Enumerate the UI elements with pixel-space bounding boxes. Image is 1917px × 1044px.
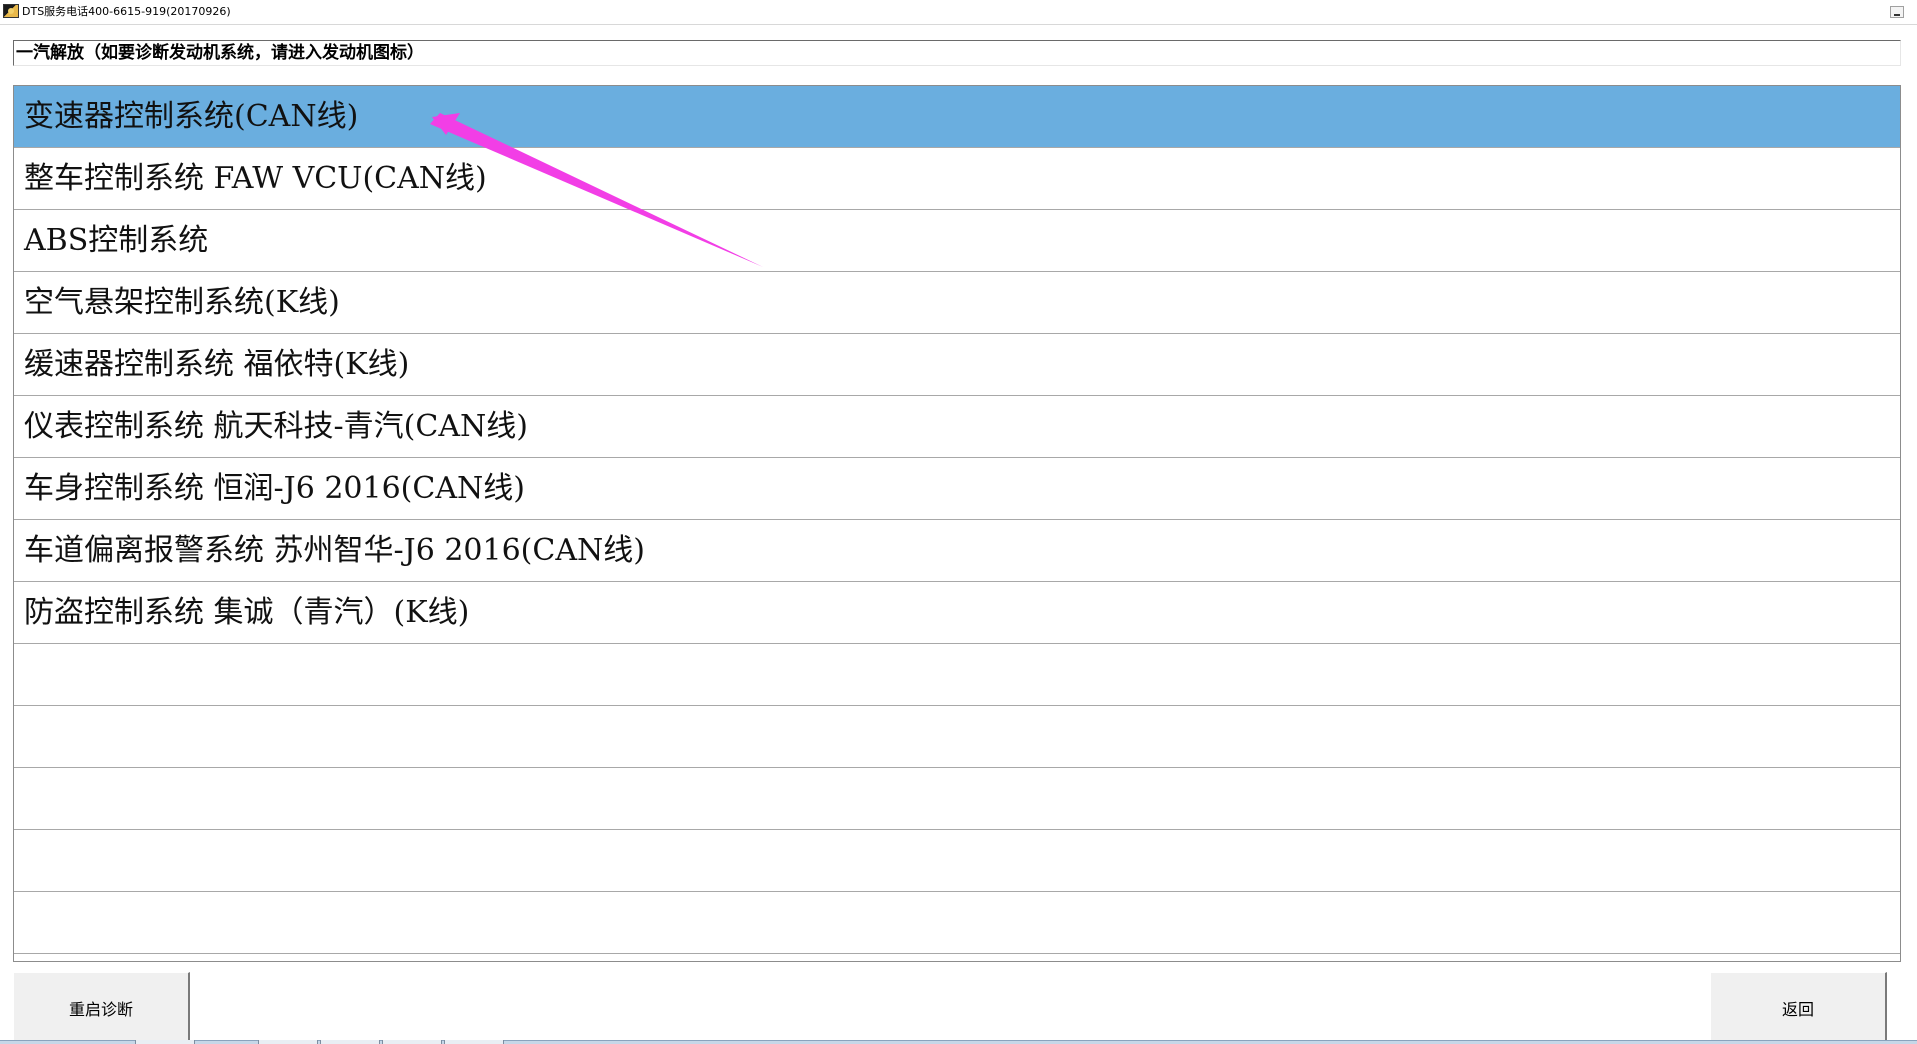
- system-list-item[interactable]: [14, 768, 1900, 830]
- system-list-item-label: ABS控制系统: [24, 223, 209, 258]
- system-list-item[interactable]: 整车控制系统 FAW VCU(CAN线): [14, 148, 1900, 210]
- taskbar-tab[interactable]: [320, 1040, 380, 1044]
- system-list-item[interactable]: [14, 830, 1900, 892]
- taskbar-tab[interactable]: [444, 1040, 504, 1044]
- taskbar-tab[interactable]: [382, 1040, 442, 1044]
- system-list-item[interactable]: [14, 644, 1900, 706]
- window-title: DTS服务电话400-6615-919(20170926): [22, 5, 231, 18]
- system-list-item[interactable]: [14, 706, 1900, 768]
- system-list-item[interactable]: 车道偏离报警系统 苏州智华-J6 2016(CAN线): [14, 520, 1900, 582]
- system-list-item-label: 车身控制系统 恒润-J6 2016(CAN线): [24, 471, 525, 506]
- system-list-item[interactable]: 车身控制系统 恒润-J6 2016(CAN线): [14, 458, 1900, 520]
- back-button[interactable]: 返回: [1710, 972, 1887, 1042]
- system-list-item-label: 防盗控制系统 集诚（青汽）(K线): [24, 595, 470, 630]
- system-list-item-label: 整车控制系统 FAW VCU(CAN线): [24, 161, 487, 196]
- back-label: 返回: [1781, 1000, 1814, 1019]
- system-list-item-label: 变速器控制系统(CAN线): [24, 99, 359, 134]
- manufacturer-header: 一汽解放（如要诊断发动机系统，请进入发动机图标）: [13, 40, 1901, 66]
- system-list-item[interactable]: 仪表控制系统 航天科技-青汽(CAN线): [14, 396, 1900, 458]
- system-list-item[interactable]: 空气悬架控制系统(K线): [14, 272, 1900, 334]
- system-list-item[interactable]: 防盗控制系统 集诚（青汽）(K线): [14, 582, 1900, 644]
- system-list-item[interactable]: [14, 892, 1900, 954]
- system-list-item[interactable]: 缓速器控制系统 福依特(K线): [14, 334, 1900, 396]
- system-list-item-label: 空气悬架控制系统(K线): [24, 285, 340, 320]
- header-text: 一汽解放（如要诊断发动机系统，请进入发动机图标）: [16, 43, 424, 63]
- minimize-button[interactable]: [1890, 6, 1904, 18]
- title-bar: DTS服务电话400-6615-919(20170926): [0, 0, 1917, 25]
- system-list[interactable]: 变速器控制系统(CAN线) 整车控制系统 FAW VCU(CAN线) ABS控制系统…: [13, 85, 1901, 962]
- system-list-item[interactable]: 变速器控制系统(CAN线): [14, 86, 1900, 148]
- system-list-item[interactable]: ABS控制系统: [14, 210, 1900, 272]
- system-list-item-label: 车道偏离报警系统 苏州智华-J6 2016(CAN线): [24, 533, 645, 568]
- system-list-item-label: 仪表控制系统 航天科技-青汽(CAN线): [24, 409, 528, 444]
- restart-diagnosis-label: 重启诊断: [68, 1000, 133, 1019]
- app-icon: [3, 4, 19, 18]
- taskbar-tab[interactable]: [258, 1040, 318, 1044]
- taskbar-tab[interactable]: [135, 1040, 195, 1044]
- system-list-item-label: 缓速器控制系统 福依特(K线): [24, 347, 410, 382]
- restart-diagnosis-button[interactable]: 重启诊断: [13, 972, 190, 1042]
